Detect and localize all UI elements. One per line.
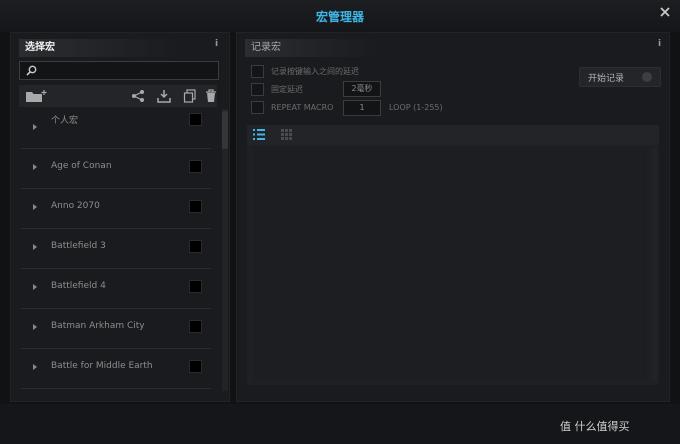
fixed-delay-input[interactable]: 2毫秒 (343, 81, 381, 97)
share-icon[interactable] (131, 89, 145, 103)
record-dot-icon (642, 72, 652, 82)
fixed-delay-checkbox[interactable] (251, 83, 264, 96)
record-delay-checkbox[interactable] (251, 65, 264, 78)
expand-arrow-icon[interactable] (33, 164, 37, 170)
watermark: 值 什么值得买 (560, 420, 630, 433)
macro-name: Battlefield 3 (51, 241, 106, 251)
list-item[interactable] (21, 389, 211, 391)
scrollbar-thumb[interactable] (222, 111, 228, 149)
grid-view-icon[interactable] (281, 129, 292, 140)
record-delay-label: 记录按键输入之间的延迟 (271, 67, 359, 76)
macro-checkbox[interactable] (189, 280, 202, 293)
macro-checkbox[interactable] (189, 360, 202, 373)
start-record-button[interactable]: 开始记录 (579, 67, 661, 87)
record-macro-panel: 记录宏 i 记录按键输入之间的延迟 固定延迟 2毫秒 REPEAT MACRO … (236, 32, 670, 402)
repeat-count-input[interactable]: 1 (343, 100, 381, 116)
list-item[interactable]: Batman Arkham City (21, 309, 211, 349)
loop-range-label: LOOP (1-255) (389, 103, 443, 112)
search-icon (26, 65, 37, 76)
list-item[interactable]: Battlefield 4 (21, 269, 211, 309)
list-view-icon[interactable] (253, 129, 265, 140)
list-item[interactable]: Battle for Middle Earth (21, 349, 211, 389)
expand-arrow-icon[interactable] (33, 284, 37, 290)
title-bar: 宏管理器 (0, 0, 680, 32)
info-icon[interactable]: i (658, 39, 661, 49)
macro-name: Battlefield 4 (51, 281, 106, 291)
info-icon[interactable]: i (215, 39, 218, 49)
folder-add-icon[interactable] (25, 89, 47, 103)
trash-icon[interactable] (205, 89, 217, 103)
macro-list: 个人宏 Age of Conan Anno 2070 Battlefield 3… (21, 109, 211, 391)
macro-list-scrollbar[interactable] (222, 109, 228, 391)
record-macro-header: 记录宏 (245, 39, 377, 57)
macro-toolbar (19, 85, 217, 107)
list-item[interactable]: Age of Conan (21, 149, 211, 189)
macro-event-area[interactable] (253, 147, 647, 381)
macro-name: Anno 2070 (51, 201, 100, 211)
macro-name: 个人宏 (51, 116, 79, 126)
macro-name: Battle for Middle Earth (51, 361, 153, 371)
macro-search-input[interactable] (19, 61, 219, 80)
macro-name: Age of Conan (51, 161, 112, 171)
macro-name: Batman Arkham City (51, 321, 145, 331)
select-macro-header: 选择宏 (19, 39, 181, 57)
expand-arrow-icon[interactable] (33, 244, 37, 250)
macro-checkbox[interactable] (189, 200, 202, 213)
editor-view-tabs (247, 125, 659, 145)
copy-icon[interactable] (183, 89, 197, 103)
macro-checkbox[interactable] (189, 240, 202, 253)
macro-editor (247, 125, 659, 385)
close-icon[interactable] (658, 5, 672, 19)
start-record-label: 开始记录 (588, 74, 625, 84)
fixed-delay-label: 固定延迟 (271, 85, 303, 94)
repeat-macro-checkbox[interactable] (251, 101, 264, 114)
expand-arrow-icon[interactable] (33, 324, 37, 330)
expand-arrow-icon[interactable] (33, 204, 37, 210)
editor-scrollbar[interactable] (652, 149, 657, 379)
macro-checkbox[interactable] (189, 320, 202, 333)
export-icon[interactable] (157, 89, 171, 103)
repeat-macro-label: REPEAT MACRO (271, 103, 334, 112)
macro-checkbox[interactable] (189, 113, 202, 126)
list-item[interactable]: Battlefield 3 (21, 229, 211, 269)
window-title: 宏管理器 (315, 10, 364, 24)
expand-arrow-icon[interactable] (33, 364, 37, 370)
expand-arrow-icon[interactable] (33, 124, 37, 130)
select-macro-panel: 选择宏 i 个人宏 Age of Conan Anno 2070 Battlef… (10, 32, 230, 402)
macro-checkbox[interactable] (189, 160, 202, 173)
list-item[interactable]: 个人宏 (21, 109, 211, 149)
list-item[interactable]: Anno 2070 (21, 189, 211, 229)
